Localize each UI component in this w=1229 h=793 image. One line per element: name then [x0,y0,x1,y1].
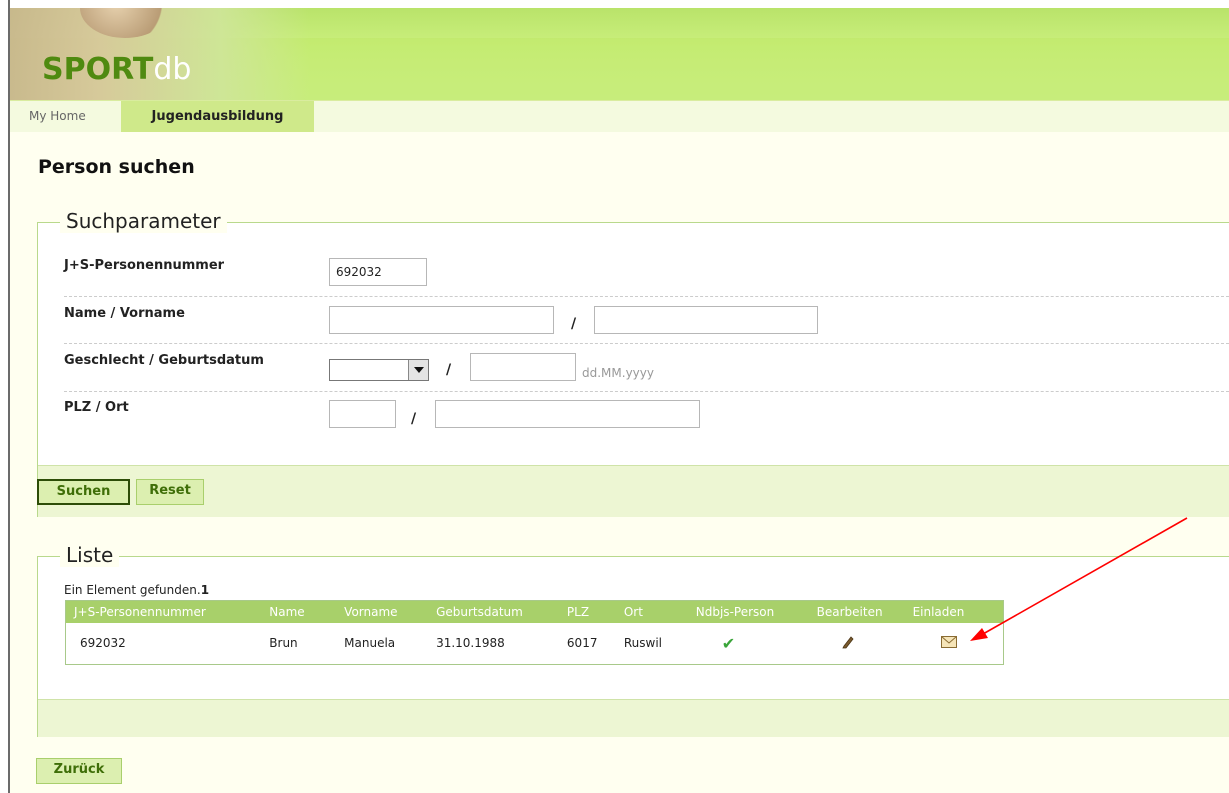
table-row[interactable]: 692032 Brun Manuela 31.10.1988 6017 Rusw… [66,623,1004,665]
row-divider [64,343,1229,344]
cell-geburtsdatum: 31.10.1988 [436,636,505,651]
js-number-label: J+S-Personennummer [64,258,225,273]
result-count-text: Ein Element gefunden. [64,583,201,597]
reset-button[interactable]: Reset [136,479,204,505]
ort-input[interactable] [435,400,700,428]
tab-my-home[interactable]: My Home [10,101,105,132]
vorname-input[interactable] [594,306,818,334]
col-header-bearbeiten[interactable]: Bearbeiten [809,601,905,623]
page-title: Person suchen [38,156,195,178]
site-header: SPORTdb [10,8,1229,100]
back-button[interactable]: Zurück [36,758,122,784]
row-divider [64,296,1229,297]
result-count-number: 1 [200,583,210,597]
envelope-icon[interactable] [940,635,957,648]
site-logo[interactable]: SPORTdb [42,52,191,87]
name-input[interactable] [329,306,554,334]
cell-name: Brun [269,636,298,651]
plz-input[interactable] [329,400,396,428]
page-left-border [8,0,10,793]
list-footer-bar [38,699,1229,737]
search-button[interactable]: Suchen [37,479,130,505]
cell-einladen [905,623,1004,665]
chevron-down-icon[interactable] [408,360,428,380]
col-header-vorname[interactable]: Vorname [336,601,428,623]
cell-vorname: Manuela [344,636,396,651]
tab-jugendausbildung[interactable]: Jugendausbildung [121,101,314,132]
pencil-icon[interactable] [841,635,855,649]
table-header-row: J+S-Personennummer Name Vorname Geburtsd… [65,600,1004,623]
cell-js-number: 692032 [80,636,126,651]
col-header-js-number[interactable]: J+S-Personennummer [66,601,262,623]
col-header-ort[interactable]: Ort [616,601,688,623]
js-number-input[interactable] [329,258,427,286]
name-label: Name / Vorname [64,306,185,321]
col-header-plz[interactable]: PLZ [559,601,616,623]
list-legend: Liste [60,543,120,567]
top-strip [0,0,1229,8]
gender-slash: / [446,362,452,378]
birthdate-input[interactable] [470,353,576,381]
name-slash: / [571,316,577,332]
check-icon: ✔ [721,633,736,653]
logo-suffix: db [153,52,192,87]
cell-ort: Ruswil [623,636,662,651]
main-nav: My Home Jugendausbildung [10,100,1229,132]
col-header-einladen[interactable]: Einladen [905,601,1004,623]
col-header-geburtsdatum[interactable]: Geburtsdatum [428,601,559,623]
birthdate-format-hint: dd.MM.yyyy [582,366,654,380]
search-button-bar [38,465,1229,517]
col-header-ndbjs-person[interactable]: Ndbjs-Person [688,601,809,623]
logo-main: SPORT [42,52,154,87]
results-table: J+S-Personennummer Name Vorname Geburtsd… [65,600,1004,665]
cell-ndbjs-person: ✔ [688,623,809,665]
cell-plz: 6017 [566,636,598,651]
row-divider [64,391,1229,392]
search-legend: Suchparameter [60,209,227,233]
cell-bearbeiten [809,623,905,665]
col-header-name[interactable]: Name [261,601,336,623]
plz-slash: / [411,411,417,427]
result-count: Ein Element gefunden.1 [64,583,209,597]
gender-birthdate-label: Geschlecht / Geburtsdatum [64,353,264,368]
gender-select[interactable] [329,359,429,381]
plz-ort-label: PLZ / Ort [64,400,129,415]
